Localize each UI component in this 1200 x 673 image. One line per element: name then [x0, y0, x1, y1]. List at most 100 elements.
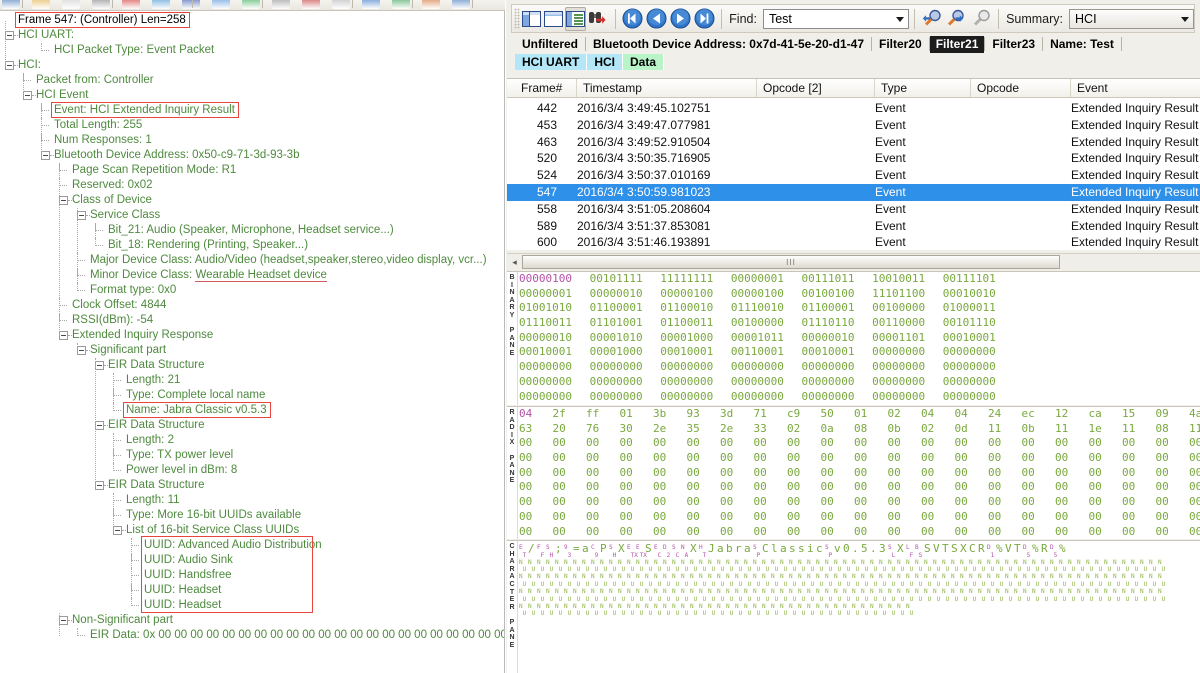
find-input[interactable]: Test [763, 9, 910, 29]
tree-node[interactable]: EIR Data Structure [0, 478, 504, 493]
column-header-event[interactable]: Event [1071, 79, 1200, 97]
frame-list-hscrollbar[interactable]: ◂ III [507, 253, 1200, 270]
toolbar-grip[interactable] [514, 8, 520, 29]
tree-node[interactable]: Event: HCI Extended Inquiry Result [0, 103, 504, 118]
tree-node[interactable]: EIR Data: 0x 00 00 00 00 00 00 00 00 00 … [0, 628, 504, 643]
tree-node[interactable]: Non-Significant part [0, 613, 504, 628]
tree-node[interactable]: Bluetooth Device Address: 0x50-c9-71-3d-… [0, 148, 504, 163]
table-row[interactable]: 5472016/3/4 3:50:59.981023EventExtended … [507, 184, 1200, 201]
table-row[interactable]: 4632016/3/4 3:49:52.910504EventExtended … [507, 134, 1200, 151]
summary-select[interactable]: HCI [1069, 9, 1194, 29]
tree-node[interactable]: Page Scan Repetition Mode: R1 [0, 163, 504, 178]
table-row[interactable]: 4422016/3/4 3:49:45.102751EventExtended … [507, 100, 1200, 117]
filter-tab-filter21[interactable]: Filter21 [930, 36, 985, 53]
tree-node[interactable]: Frame 547: (Controller) Len=258 [0, 13, 504, 28]
tree-node[interactable]: HCI UART: [0, 28, 504, 43]
go-previous-icon[interactable] [645, 7, 668, 31]
frame-detail-tree[interactable]: Frame 547: (Controller) Len=258HCI UART:… [0, 11, 505, 673]
toolbar-icon-6[interactable] [152, 0, 170, 9]
toolbar-icon-11[interactable] [302, 0, 320, 9]
scroll-thumb[interactable]: III [522, 255, 1060, 269]
tree-node[interactable]: Length: 11 [0, 493, 504, 508]
tree-node[interactable]: List of 16-bit Service Class UUIDs [0, 523, 504, 538]
column-header-timestamp[interactable]: Timestamp [577, 79, 757, 97]
column-header-opcode-2[interactable]: Opcode [2] [757, 79, 875, 97]
tree-node[interactable]: Bit_21: Audio (Speaker, Microphone, Head… [0, 223, 504, 238]
tree-node[interactable]: EIR Data Structure [0, 358, 504, 373]
layer-tab-hci-uart[interactable]: HCI UART [515, 54, 586, 70]
filter-tab-filter23[interactable]: Filter23 [985, 37, 1042, 51]
tree-node[interactable]: UUID: Headset [0, 598, 504, 613]
tree-node[interactable]: Packet from: Controller [0, 73, 504, 88]
tree-node[interactable]: Service Class [0, 208, 504, 223]
find-next-icon[interactable] [946, 7, 970, 31]
toolbar-icon-12[interactable] [332, 0, 350, 9]
tree-node[interactable]: Clock Offset: 4844 [0, 298, 504, 313]
toolbar-icon-10[interactable] [272, 0, 290, 9]
table-row[interactable]: 5582016/3/4 3:51:05.208604EventExtended … [507, 201, 1200, 218]
tree-node[interactable]: Num Responses: 1 [0, 133, 504, 148]
tree-node[interactable]: Reserved: 0x02 [0, 178, 504, 193]
scroll-track[interactable]: III [522, 255, 1060, 269]
tree-node[interactable]: EIR Data Structure [0, 418, 504, 433]
tree-node[interactable]: Name: Jabra Classic v0.5.3 [0, 403, 504, 418]
tree-node[interactable]: Length: 2 [0, 433, 504, 448]
find-prev-icon[interactable] [921, 7, 945, 31]
table-row[interactable]: 6002016/3/4 3:51:46.193891EventExtended … [507, 234, 1200, 251]
tree-node[interactable]: HCI: [0, 58, 504, 73]
tree-node[interactable]: Extended Inquiry Response [0, 328, 504, 343]
toolbar-icon-13[interactable] [362, 0, 380, 9]
chevron-down-icon[interactable] [896, 17, 904, 22]
toolbar-icon-2[interactable] [32, 0, 50, 9]
tree-node[interactable]: UUID: Advanced Audio Distribution [0, 538, 504, 553]
tree-node[interactable]: Format type: 0x0 [0, 283, 504, 298]
chevron-down-icon[interactable] [1181, 17, 1189, 22]
binary-pane[interactable]: BINARY PANE 00000100 00101111 11111111 0… [507, 271, 1200, 405]
tree-node[interactable]: Type: More 16-bit UUIDs available [0, 508, 504, 523]
go-last-icon[interactable] [693, 7, 716, 31]
tree-node[interactable]: UUID: Headset [0, 583, 504, 598]
radix-pane[interactable]: RADIX PANE 042fff013b933d71c950010204042… [507, 406, 1200, 539]
filter-tab-filter20[interactable]: Filter20 [872, 37, 929, 51]
toolbar-icon-14[interactable] [392, 0, 410, 9]
toolbar-icon-1[interactable] [2, 0, 20, 9]
split-horizontal-icon[interactable] [543, 7, 564, 31]
toolbar-icon-3[interactable] [62, 0, 80, 9]
find-binoculars-icon[interactable] [587, 7, 610, 31]
tree-node[interactable]: Major Device Class: Audio/Video (headset… [0, 253, 504, 268]
go-first-icon[interactable] [621, 7, 644, 31]
toolbar-icon-7[interactable] [182, 0, 200, 9]
scroll-left-arrow-icon[interactable]: ◂ [507, 255, 522, 270]
toolbar-icon-8[interactable] [212, 0, 230, 9]
column-header-frame[interactable]: Frame# [515, 79, 577, 97]
tree-node[interactable]: UUID: Handsfree [0, 568, 504, 583]
column-header-type[interactable]: Type [875, 79, 971, 97]
filter-tab-unfiltered[interactable]: Unfiltered [515, 37, 585, 51]
tree-node[interactable]: HCI Event [0, 88, 504, 103]
table-row[interactable]: 5202016/3/4 3:50:35.716905EventExtended … [507, 150, 1200, 167]
tree-node[interactable]: Significant part [0, 343, 504, 358]
table-row[interactable]: 5242016/3/4 3:50:37.010169EventExtended … [507, 167, 1200, 184]
filter-tab-bluetooth-device-address-0x7d-41-5e-20-d1-47[interactable]: Bluetooth Device Address: 0x7d-41-5e-20-… [586, 37, 871, 51]
toolbar-icon-16[interactable] [452, 0, 470, 9]
table-row[interactable]: 4532016/3/4 3:49:47.077981EventExtended … [507, 117, 1200, 134]
layer-tab-hci[interactable]: HCI [587, 54, 622, 70]
toolbar-icon-15[interactable] [422, 0, 440, 9]
table-row[interactable]: 5892016/3/4 3:51:37.853081EventExtended … [507, 218, 1200, 235]
tree-node[interactable]: HCI Packet Type: Event Packet [0, 43, 504, 58]
tree-node[interactable]: RSSI(dBm): -54 [0, 313, 504, 328]
tree-node[interactable]: Power level in dBm: 8 [0, 463, 504, 478]
layer-tab-data[interactable]: Data [623, 54, 663, 70]
tree-node[interactable]: Type: Complete local name [0, 388, 504, 403]
toolbar-icon-4[interactable] [92, 0, 110, 9]
character-pane[interactable]: CHARACTER PANE ET/FFSH;93=aC9PSHXETXETXS… [507, 540, 1200, 673]
tree-node[interactable]: UUID: Audio Sink [0, 553, 504, 568]
tree-node[interactable]: Total Length: 255 [0, 118, 504, 133]
tree-node[interactable]: Length: 21 [0, 373, 504, 388]
frame-list-table[interactable]: Frame#TimestampOpcode [2]TypeOpcodeEvent… [507, 78, 1200, 250]
split-vertical-icon[interactable] [521, 7, 542, 31]
filter-tab-name-test[interactable]: Name: Test [1043, 37, 1121, 51]
go-next-icon[interactable] [669, 7, 692, 31]
toolbar-icon-9[interactable] [242, 0, 260, 9]
column-header-opcode[interactable]: Opcode [971, 79, 1071, 97]
